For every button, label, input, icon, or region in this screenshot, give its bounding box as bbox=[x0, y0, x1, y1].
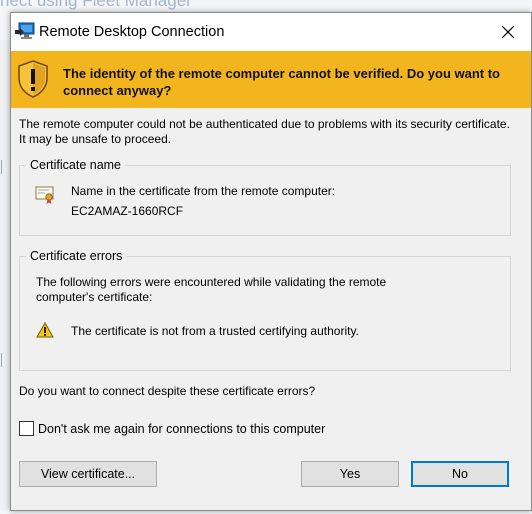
yes-button[interactable]: Yes bbox=[301, 461, 399, 487]
certificate-errors-group: Certificate errors The following errors … bbox=[19, 249, 511, 371]
close-icon bbox=[501, 25, 515, 39]
dialog-title: Remote Desktop Connection bbox=[39, 24, 225, 40]
background-marker bbox=[1, 160, 5, 174]
rdp-monitor-icon bbox=[15, 22, 35, 39]
warning-shield-icon bbox=[18, 60, 48, 98]
confirm-question: Do you want to connect despite these cer… bbox=[19, 384, 316, 398]
title-bar[interactable]: Remote Desktop Connection bbox=[11, 13, 531, 51]
group-label-certificate-name: Certificate name bbox=[26, 158, 126, 172]
background-sidebar bbox=[0, 40, 10, 510]
group-label-certificate-errors: Certificate errors bbox=[26, 249, 127, 263]
rdp-certificate-dialog: Remote Desktop Connection The identity o… bbox=[10, 12, 532, 511]
background-heading: nect using Fleet Manager bbox=[0, 0, 192, 10]
view-certificate-button[interactable]: View certificate... bbox=[19, 461, 157, 487]
intro-text: The remote computer could not be authent… bbox=[19, 117, 510, 146]
warning-triangle-icon bbox=[36, 322, 54, 338]
no-button[interactable]: No bbox=[411, 461, 509, 487]
dont-ask-again-label[interactable]: Don't ask me again for connections to th… bbox=[38, 422, 325, 436]
errors-intro-text: The following errors were encountered wh… bbox=[36, 275, 387, 304]
dont-ask-again-checkbox[interactable] bbox=[19, 421, 34, 436]
background-marker bbox=[1, 353, 5, 367]
banner-message: The identity of the remote computer cann… bbox=[63, 66, 500, 98]
close-button[interactable] bbox=[485, 13, 531, 51]
certificate-name-group: Certificate name Name in the certificate… bbox=[19, 158, 511, 236]
certificate-error-item: The certificate is not from a trusted ce… bbox=[71, 324, 359, 338]
dont-ask-again-row[interactable]: Don't ask me again for connections to th… bbox=[19, 421, 325, 436]
certificate-name-value: EC2AMAZ-1660RCF bbox=[71, 204, 184, 218]
warning-banner: The identity of the remote computer cann… bbox=[11, 51, 531, 108]
certificate-icon bbox=[35, 186, 54, 204]
certificate-name-caption: Name in the certificate from the remote … bbox=[71, 184, 336, 198]
